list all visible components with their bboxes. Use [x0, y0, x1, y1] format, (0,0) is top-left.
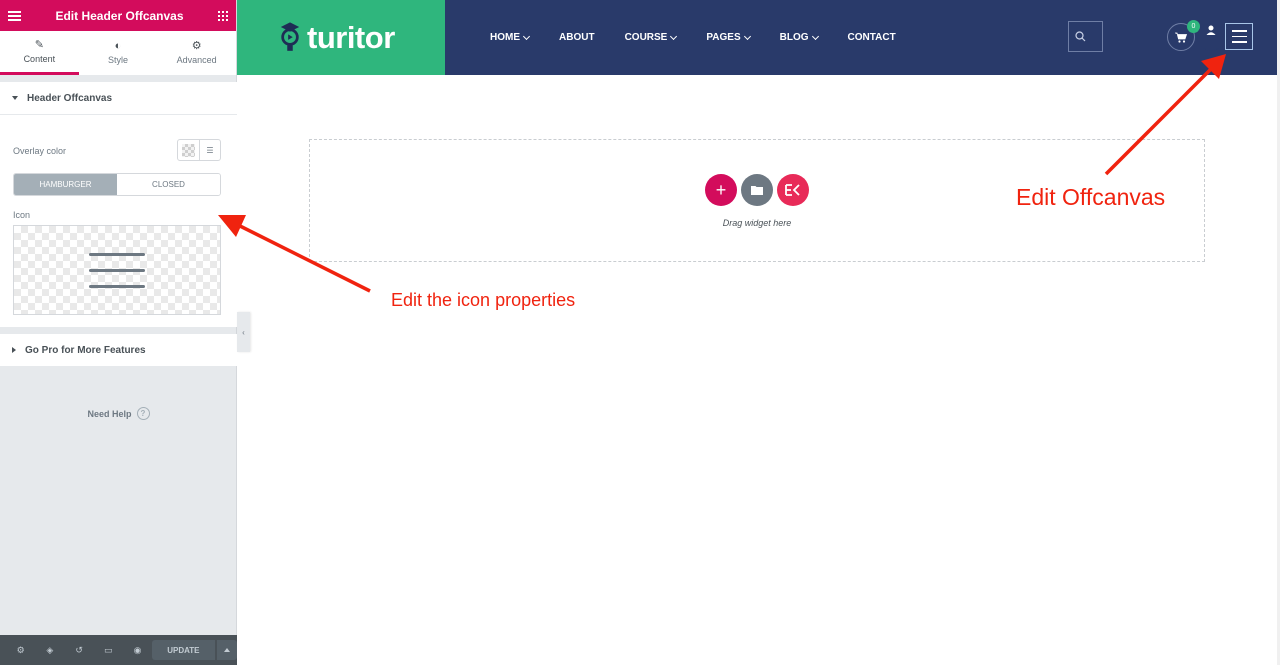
tab-advanced[interactable]: ⚙ Advanced	[157, 31, 236, 75]
preview-eye-icon[interactable]: ◉	[123, 645, 152, 656]
annotation-edit-offcanvas: Edit Offcanvas	[1016, 184, 1166, 210]
overlay-color-picker[interactable]: ☰	[177, 139, 221, 161]
icon-state-switcher: HAMBURGER CLOSED	[13, 173, 221, 196]
widgets-grid-icon[interactable]	[217, 10, 228, 21]
caret-up-icon	[223, 648, 230, 652]
tab-label: Style	[108, 55, 129, 65]
tab-label: Content	[23, 53, 56, 64]
nav-item-contact[interactable]: CONTACT	[848, 32, 896, 43]
chevron-left-icon: ‹	[242, 327, 245, 337]
nav-label: COURSE	[624, 32, 668, 43]
annotation-edit-icon-properties: Edit the icon properties	[391, 290, 576, 310]
navigator-layers-icon[interactable]: ◈	[35, 645, 64, 656]
need-help-label: Need Help	[87, 408, 132, 419]
section-title: Go Pro for More Features	[25, 344, 146, 356]
folder-icon	[751, 186, 763, 195]
section-toggle-header-offcanvas[interactable]: Header Offcanvas	[0, 82, 237, 114]
hamburger-line	[1231, 35, 1247, 38]
site-logo[interactable]: turitor	[237, 0, 445, 75]
logo-text: turitor	[307, 19, 395, 55]
hamburger-line	[1231, 41, 1247, 43]
hamburger-line	[1231, 30, 1247, 32]
section-title: Header Offcanvas	[27, 92, 113, 104]
pencil-icon: ✎	[34, 38, 44, 51]
nav-label: HOME	[490, 32, 520, 43]
search-icon	[1075, 31, 1086, 42]
search-button[interactable]	[1068, 21, 1103, 52]
add-template-button[interactable]	[741, 174, 773, 206]
nav-item-about[interactable]: ABOUT	[559, 32, 595, 43]
contrast-icon: ◐	[114, 40, 122, 52]
need-help-link[interactable]: Need Help ?	[0, 407, 237, 420]
help-icon: ?	[136, 407, 150, 420]
icon-picker[interactable]	[13, 225, 221, 315]
update-options-button[interactable]	[215, 640, 237, 660]
drop-zone-hint: Drag widget here	[722, 218, 792, 228]
add-section-button[interactable]: +	[705, 174, 737, 206]
tab-label: Advanced	[176, 55, 217, 65]
section-body: Overlay color ☰ HAMBURGER CLOSED Icon	[0, 114, 237, 327]
editor-panel: Edit Header Offcanvas ✎ Content ◐ Style …	[0, 0, 237, 665]
nav-item-pages[interactable]: PAGES	[706, 32, 751, 43]
tab-content[interactable]: ✎ Content	[0, 31, 79, 75]
gear-icon: ⚙	[191, 40, 202, 52]
panel-header: Edit Header Offcanvas	[0, 0, 236, 31]
plus-icon: +	[715, 180, 727, 200]
panel-footer: ⚙ ◈ ↺ ▭ ◉ UPDATE	[0, 635, 237, 665]
switch-hamburger[interactable]: HAMBURGER	[14, 174, 117, 195]
history-icon[interactable]: ↺	[64, 645, 93, 656]
settings-icon[interactable]: ⚙	[6, 645, 35, 656]
site-header: turitor HOME ABOUT COURSE PAGES BLOG CON…	[237, 0, 1277, 75]
nav-label: CONTACT	[847, 32, 896, 43]
chevron-down-icon	[811, 32, 819, 40]
collapse-panel-button[interactable]: ‹	[237, 312, 250, 352]
update-button[interactable]: UPDATE	[152, 640, 215, 660]
switch-closed[interactable]: CLOSED	[117, 174, 220, 195]
chevron-down-icon	[522, 32, 531, 40]
panel-title: Edit Header Offcanvas	[55, 8, 184, 23]
panel-tabs: ✎ Content ◐ Style ⚙ Advanced	[0, 31, 236, 76]
nav-label: ABOUT	[559, 32, 595, 43]
nav-label: BLOG	[779, 32, 809, 43]
graduation-bulb-icon	[280, 21, 300, 51]
cart-icon	[1175, 32, 1187, 43]
menu-icon[interactable]	[8, 10, 21, 21]
offcanvas-hamburger-button[interactable]	[1225, 23, 1253, 50]
section-go-pro: Go Pro for More Features	[0, 334, 237, 366]
nav-item-home[interactable]: HOME	[490, 32, 531, 43]
overlay-color-label: Overlay color	[13, 146, 67, 156]
tab-style[interactable]: ◐ Style	[79, 31, 158, 75]
caret-right-icon	[12, 347, 16, 353]
nav-item-blog[interactable]: BLOG	[779, 32, 819, 43]
section-header-offcanvas: Header Offcanvas Overlay color ☰ HAMBURG…	[0, 82, 237, 327]
global-colors-icon[interactable]: ☰	[199, 140, 220, 160]
caret-down-icon	[12, 96, 18, 100]
hamburger-line	[89, 284, 145, 288]
nav-label: PAGES	[706, 32, 741, 43]
chevron-down-icon	[743, 32, 751, 40]
section-toggle-go-pro[interactable]: Go Pro for More Features	[0, 334, 237, 366]
responsive-mode-icon[interactable]: ▭	[94, 645, 123, 656]
elementskit-icon	[785, 184, 800, 196]
account-button[interactable]	[1197, 23, 1225, 51]
nav-item-course[interactable]: COURSE	[624, 32, 678, 43]
icon-label: Icon	[13, 210, 31, 220]
main-nav: HOME ABOUT COURSE PAGES BLOG CONTACT	[490, 0, 926, 75]
hamburger-line	[89, 252, 145, 256]
color-swatch[interactable]	[178, 140, 199, 160]
elementskit-library-button[interactable]	[777, 174, 809, 206]
user-icon	[1206, 25, 1216, 35]
hamburger-line	[89, 268, 145, 272]
chevron-down-icon	[670, 32, 678, 40]
